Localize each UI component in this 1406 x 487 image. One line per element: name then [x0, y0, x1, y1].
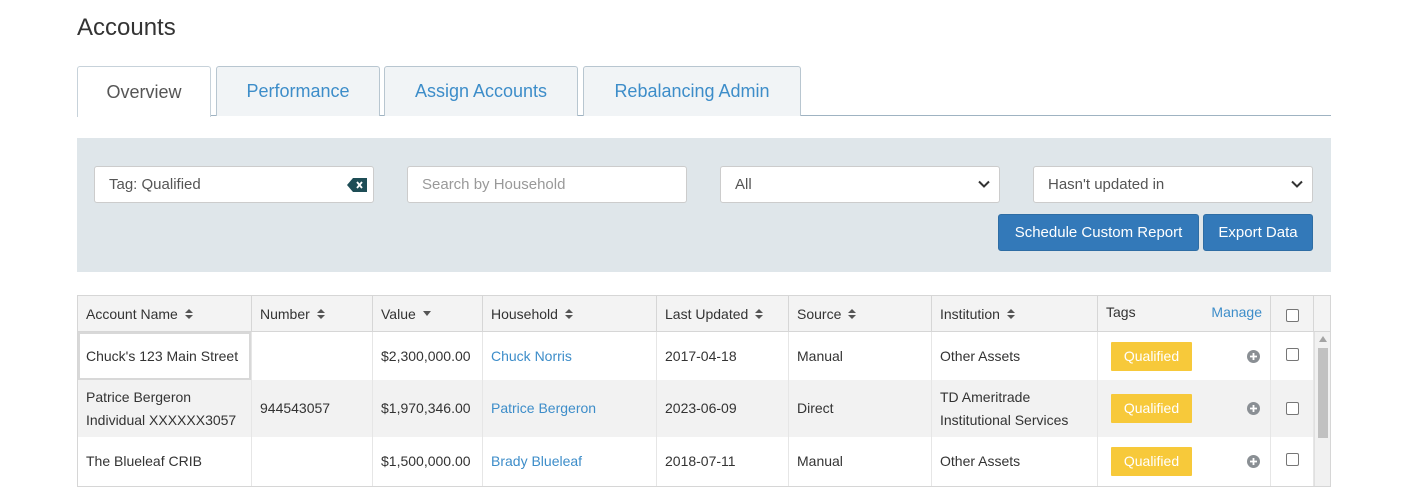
sort-down-icon [422, 310, 431, 316]
tab-overview[interactable]: Overview [77, 66, 211, 117]
table-row[interactable]: Chuck's 123 Main Street $2,300,000.00 Ch… [78, 332, 1314, 380]
last-updated-cell: 2017-04-18 [657, 332, 789, 380]
page-title: Accounts [77, 14, 176, 41]
value-cell: $1,500,000.00 [373, 437, 483, 486]
source-cell: Manual [789, 437, 932, 486]
sort-icon [184, 308, 193, 319]
sort-icon [755, 308, 764, 319]
household-link[interactable]: Patrice Bergeron [483, 380, 657, 437]
select-all-checkbox[interactable] [1285, 309, 1299, 322]
number-cell [252, 332, 373, 380]
last-updated-cell: 2018-07-11 [657, 437, 789, 486]
row-checkbox[interactable] [1285, 348, 1299, 361]
source-select-value: All [735, 176, 752, 193]
source-cell: Manual [789, 332, 932, 380]
value-cell: $2,300,000.00 [373, 332, 483, 380]
tab-bar: Overview Performance Assign Accounts Reb… [77, 66, 1331, 117]
accounts-table: Account Name Number Value Household Last… [77, 295, 1331, 487]
update-select[interactable]: Hasn't updated in [1033, 166, 1313, 203]
table-row[interactable]: Patrice Bergeron Individual XXXXXX3057 9… [78, 380, 1314, 437]
household-search-field[interactable] [407, 166, 687, 203]
column-header-account-name[interactable]: Account Name [78, 296, 252, 332]
tag-filter-field[interactable]: Tag: Qualified [94, 166, 374, 203]
source-cell: Direct [789, 380, 932, 437]
number-cell: 944543057 [252, 380, 373, 437]
value-cell: $1,970,346.00 [373, 380, 483, 437]
tab-performance[interactable]: Performance [216, 66, 380, 116]
schedule-custom-report-button[interactable]: Schedule Custom Report [998, 214, 1199, 251]
filter-panel: Tag: Qualified All Hasn't updated in Sch… [77, 138, 1331, 272]
sort-icon [848, 308, 857, 319]
plus-circle-icon[interactable] [1247, 402, 1260, 415]
source-select[interactable]: All [720, 166, 1000, 203]
manage-tags-link[interactable]: Manage [1211, 304, 1262, 320]
chevron-down-icon [1291, 180, 1303, 188]
tags-cell: Qualified [1098, 437, 1271, 486]
header-spacer [1314, 296, 1330, 332]
export-data-button[interactable]: Export Data [1203, 214, 1313, 251]
column-header-value[interactable]: Value [373, 296, 483, 332]
table-row[interactable]: The Blueleaf CRIB $1,500,000.00 Brady Bl… [78, 437, 1314, 486]
tag-badge[interactable]: Qualified [1111, 341, 1192, 371]
institution-cell: Other Assets [932, 437, 1098, 486]
tab-rebalancing-admin[interactable]: Rebalancing Admin [583, 66, 801, 116]
scrollbar-thumb[interactable] [1318, 348, 1328, 438]
column-header-last-updated[interactable]: Last Updated [657, 296, 789, 332]
household-search-input[interactable] [422, 176, 660, 193]
column-header-household[interactable]: Household [483, 296, 657, 332]
row-checkbox[interactable] [1285, 402, 1299, 415]
backspace-icon[interactable] [347, 178, 367, 192]
plus-circle-icon[interactable] [1247, 455, 1260, 468]
plus-circle-icon[interactable] [1247, 349, 1260, 363]
column-header-number[interactable]: Number [252, 296, 373, 332]
row-select-cell [1271, 332, 1314, 380]
account-name-cell[interactable]: Patrice Bergeron Individual XXXXXX3057 [78, 380, 252, 437]
row-checkbox[interactable] [1285, 453, 1299, 466]
account-name-cell[interactable]: The Blueleaf CRIB [78, 437, 252, 486]
institution-cell: TD Ameritrade Institutional Services [932, 380, 1098, 437]
sort-icon [564, 308, 573, 319]
update-select-value: Hasn't updated in [1048, 176, 1165, 193]
last-updated-cell: 2023-06-09 [657, 380, 789, 437]
institution-cell: Other Assets [932, 332, 1098, 380]
row-select-cell [1271, 380, 1314, 437]
sort-icon [1006, 308, 1015, 319]
column-header-tags: Tags Manage [1098, 296, 1271, 332]
number-cell [252, 437, 373, 486]
tab-assign-accounts[interactable]: Assign Accounts [384, 66, 578, 116]
chevron-down-icon [978, 180, 990, 188]
row-select-cell [1271, 437, 1314, 486]
account-name-cell[interactable]: Chuck's 123 Main Street [78, 332, 252, 380]
scroll-up-arrow-icon[interactable] [1319, 336, 1327, 342]
tag-filter-value: Tag: Qualified [109, 176, 201, 193]
column-header-source[interactable]: Source [789, 296, 932, 332]
tags-cell: Qualified [1098, 332, 1271, 380]
household-link[interactable]: Brady Blueleaf [483, 437, 657, 486]
tag-badge[interactable]: Qualified [1111, 447, 1192, 476]
tag-badge[interactable]: Qualified [1111, 394, 1192, 423]
column-header-select-all [1271, 296, 1314, 332]
household-link[interactable]: Chuck Norris [483, 332, 657, 380]
column-header-institution[interactable]: Institution [932, 296, 1098, 332]
sort-icon [316, 308, 325, 319]
tags-cell: Qualified [1098, 380, 1271, 437]
vertical-scrollbar[interactable] [1314, 332, 1330, 486]
